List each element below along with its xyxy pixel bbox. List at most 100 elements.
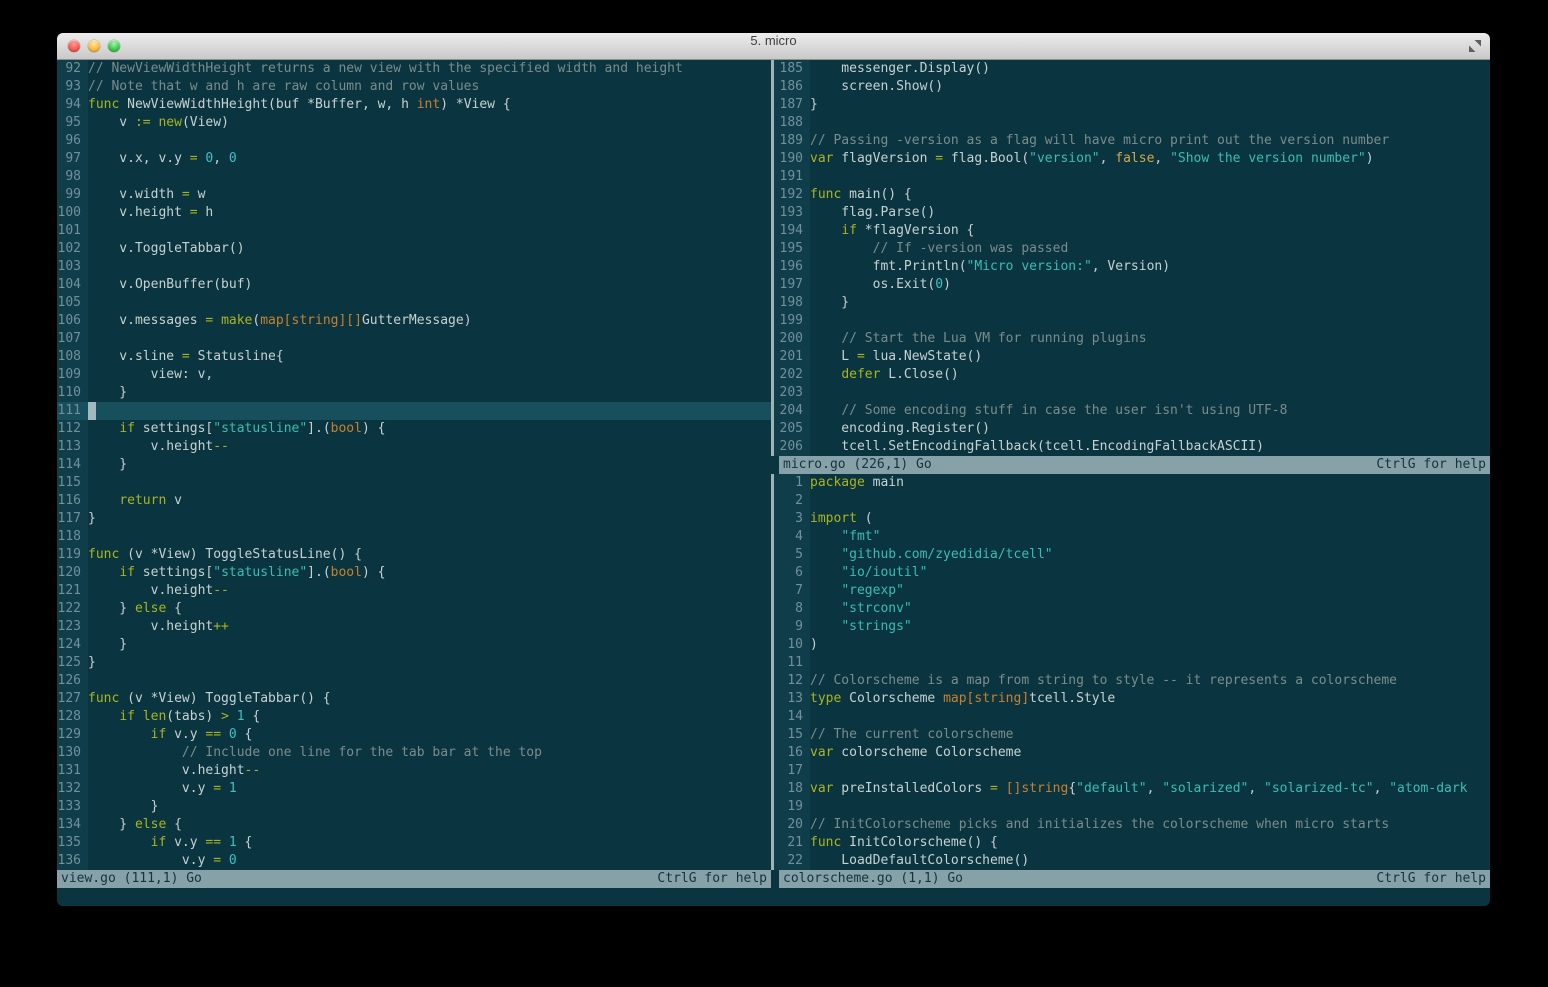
code-line[interactable]: 123 v.height++ xyxy=(57,618,771,636)
code-line[interactable]: 112 if settings["statusline"].(bool) { xyxy=(57,420,771,438)
code-area-micro-go[interactable]: 185 messenger.Display() 186 screen.Show()… xyxy=(771,60,1490,456)
code-line[interactable]: 16 var colorscheme Colorscheme xyxy=(771,744,1490,762)
code-line[interactable]: 197 os.Exit(0) xyxy=(771,276,1490,294)
code-line[interactable]: 100 v.height = h xyxy=(57,204,771,222)
code-line[interactable]: 17 xyxy=(771,762,1490,780)
code-line[interactable]: 186 screen.Show() xyxy=(771,78,1490,96)
code-line[interactable]: 4 "fmt" xyxy=(771,528,1490,546)
code-line[interactable]: 7 "regexp" xyxy=(771,582,1490,600)
code-line[interactable]: 111 xyxy=(57,402,771,420)
code-line[interactable]: 119 func (v *View) ToggleStatusLine() { xyxy=(57,546,771,564)
code-line[interactable]: 22 LoadDefaultColorscheme() xyxy=(771,852,1490,870)
code-line[interactable]: 19 xyxy=(771,798,1490,816)
code-line[interactable]: 11 xyxy=(771,654,1490,672)
code-line[interactable]: 103 xyxy=(57,258,771,276)
code-line[interactable]: 134 } else { xyxy=(57,816,771,834)
code-line[interactable]: 20// InitColorscheme picks and initializ… xyxy=(771,816,1490,834)
code-line[interactable]: 200 // Start the Lua VM for running plug… xyxy=(771,330,1490,348)
code-line[interactable]: 135 if v.y == 1 { xyxy=(57,834,771,852)
code-line[interactable]: 9 "strings" xyxy=(771,618,1490,636)
code-line[interactable]: 12// Colorscheme is a map from string to… xyxy=(771,672,1490,690)
code-line[interactable]: 21 func InitColorscheme() { xyxy=(771,834,1490,852)
code-line[interactable]: 1 package main xyxy=(771,474,1490,492)
code-line[interactable]: 193 flag.Parse() xyxy=(771,204,1490,222)
code-line[interactable]: 185 messenger.Display() xyxy=(771,60,1490,78)
code-line[interactable]: 110 } xyxy=(57,384,771,402)
code-line[interactable]: 198 } xyxy=(771,294,1490,312)
command-line[interactable] xyxy=(57,888,1490,906)
line-number: 4 xyxy=(779,528,810,546)
code-line[interactable]: 14 xyxy=(771,708,1490,726)
code-line[interactable]: 3 import ( xyxy=(771,510,1490,528)
split-divider xyxy=(771,420,779,438)
code-line[interactable]: 109 view: v, xyxy=(57,366,771,384)
code-line[interactable]: 191 xyxy=(771,168,1490,186)
code-line[interactable]: 99 v.width = w xyxy=(57,186,771,204)
line-number: 12 xyxy=(779,672,810,690)
code-line[interactable]: 125} xyxy=(57,654,771,672)
code-line[interactable]: 136 v.y = 0 xyxy=(57,852,771,870)
code-line[interactable]: 106 v.messages = make(map[string][]Gutte… xyxy=(57,312,771,330)
code-line[interactable]: 102 v.ToggleTabbar() xyxy=(57,240,771,258)
code-line[interactable]: 118 xyxy=(57,528,771,546)
code-line[interactable]: 95 v := new(View) xyxy=(57,114,771,132)
code-line[interactable]: 13 type Colorscheme map[string]tcell.Styl… xyxy=(771,690,1490,708)
code-line[interactable]: 192 func main() { xyxy=(771,186,1490,204)
code-line[interactable]: 116 return v xyxy=(57,492,771,510)
code-line[interactable]: 120 if settings["statusline"].(bool) { xyxy=(57,564,771,582)
code-line[interactable]: 202 defer L.Close() xyxy=(771,366,1490,384)
code-line[interactable]: 190 var flagVersion = flag.Bool("version"… xyxy=(771,150,1490,168)
code-line[interactable]: 131 v.height-- xyxy=(57,762,771,780)
code-line[interactable]: 199 xyxy=(771,312,1490,330)
code-line[interactable]: 129 if v.y == 0 { xyxy=(57,726,771,744)
code-line[interactable]: 205 encoding.Register() xyxy=(771,420,1490,438)
code-line[interactable]: 126 xyxy=(57,672,771,690)
code-line[interactable]: 203 xyxy=(771,384,1490,402)
code-line[interactable]: 18 var preInstalledColors = []string{"def… xyxy=(771,780,1490,798)
code-line[interactable]: 94 func NewViewWidthHeight(buf *Buffer, w… xyxy=(57,96,771,114)
code-line[interactable]: 101 xyxy=(57,222,771,240)
code-line[interactable]: 92// NewViewWidthHeight returns a new vi… xyxy=(57,60,771,78)
code-line[interactable]: 98 xyxy=(57,168,771,186)
code-area-colorscheme-go[interactable]: 1 package main 2 3 import ( 4 "fmt" 5 "git… xyxy=(771,474,1490,870)
code-line[interactable]: 128 if len(tabs) > 1 { xyxy=(57,708,771,726)
code-line[interactable]: 206 tcell.SetEncodingFallback(tcell.Enco… xyxy=(771,438,1490,456)
code-line[interactable]: 113 v.height-- xyxy=(57,438,771,456)
code-line[interactable]: 107 xyxy=(57,330,771,348)
code-line[interactable]: 133 } xyxy=(57,798,771,816)
code-line[interactable]: 8 "strconv" xyxy=(771,600,1490,618)
code-line[interactable]: 2 xyxy=(771,492,1490,510)
code-line[interactable]: 97 v.x, v.y = 0, 0 xyxy=(57,150,771,168)
code-line[interactable]: 189// Passing -version as a flag will ha… xyxy=(771,132,1490,150)
code-line[interactable]: 96 xyxy=(57,132,771,150)
code-line[interactable]: 93// Note that w and h are raw column an… xyxy=(57,78,771,96)
code-area-view-go[interactable]: 92// NewViewWidthHeight returns a new vi… xyxy=(57,60,771,870)
editor-pane-view-go[interactable]: 92// NewViewWidthHeight returns a new vi… xyxy=(57,60,771,888)
code-line[interactable]: 114 } xyxy=(57,456,771,474)
code-line[interactable]: 187} xyxy=(771,96,1490,114)
code-line[interactable]: 122 } else { xyxy=(57,600,771,618)
code-line[interactable]: 6 "io/ioutil" xyxy=(771,564,1490,582)
code-line[interactable]: 10) xyxy=(771,636,1490,654)
code-line[interactable]: 121 v.height-- xyxy=(57,582,771,600)
code-line[interactable]: 124 } xyxy=(57,636,771,654)
line-number: 6 xyxy=(779,564,810,582)
code-line[interactable]: 130 // Include one line for the tab bar … xyxy=(57,744,771,762)
code-line[interactable]: 204 // Some encoding stuff in case the u… xyxy=(771,402,1490,420)
code-line[interactable]: 117} xyxy=(57,510,771,528)
code-line[interactable]: 196 fmt.Println("Micro version:", Versio… xyxy=(771,258,1490,276)
code-line[interactable]: 132 v.y = 1 xyxy=(57,780,771,798)
code-line[interactable]: 127 func (v *View) ToggleTabbar() { xyxy=(57,690,771,708)
code-line[interactable]: 15// The current colorscheme xyxy=(771,726,1490,744)
code-line[interactable]: 188 xyxy=(771,114,1490,132)
code-line[interactable]: 105 xyxy=(57,294,771,312)
code-line[interactable]: 115 xyxy=(57,474,771,492)
code-line[interactable]: 201 L = lua.NewState() xyxy=(771,348,1490,366)
code-line[interactable]: 108 v.sline = Statusline{ xyxy=(57,348,771,366)
code-line[interactable]: 194 if *flagVersion { xyxy=(771,222,1490,240)
code-line[interactable]: 5 "github.com/zyedidia/tcell" xyxy=(771,546,1490,564)
fullscreen-icon[interactable] xyxy=(1469,40,1481,52)
title-bar[interactable]: 5. micro xyxy=(57,33,1490,60)
code-line[interactable]: 195 // If -version was passed xyxy=(771,240,1490,258)
code-line[interactable]: 104 v.OpenBuffer(buf) xyxy=(57,276,771,294)
